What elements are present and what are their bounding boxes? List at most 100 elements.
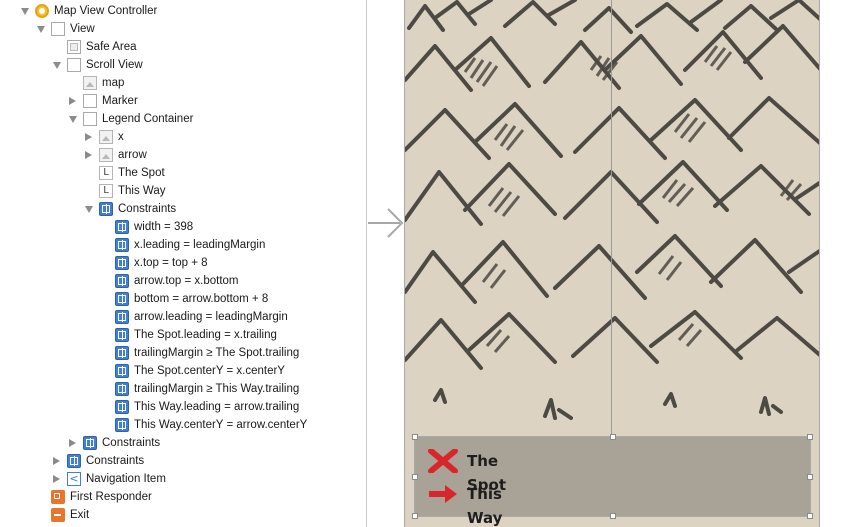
outline-row-label: The Spot (118, 167, 165, 179)
outline-row-label: x (118, 131, 124, 143)
label-icon: L (99, 184, 113, 198)
x-mark-icon (428, 448, 458, 474)
outline-row[interactable]: map (0, 74, 366, 92)
outline-row[interactable]: This Way.leading = arrow.trailing (0, 398, 366, 416)
outline-row-label: Navigation Item (86, 473, 166, 485)
outline-row[interactable]: Constraints (0, 452, 366, 470)
outline-row[interactable]: Constraints (0, 200, 366, 218)
exit-icon (51, 508, 65, 522)
navigation-item-icon: < (67, 472, 81, 486)
scene-view[interactable]: The Spot This Way (404, 0, 820, 527)
view-icon (83, 112, 97, 126)
outline-row-label: Map View Controller (54, 5, 158, 17)
resize-handle-bottom[interactable] (610, 513, 616, 519)
outline-row[interactable]: Constraints (0, 434, 366, 452)
constraint-icon (115, 220, 129, 234)
legend-item-this-way[interactable]: This Way (427, 482, 502, 527)
constraints-icon (83, 436, 97, 450)
outline-row-label: map (102, 77, 125, 89)
resize-handle-top[interactable] (610, 434, 616, 440)
disclosure-open-icon[interactable] (85, 206, 93, 213)
constraint-icon (115, 346, 129, 360)
outline-row[interactable]: Safe Area (0, 38, 366, 56)
outline-row-label: Marker (102, 95, 138, 107)
outline-row[interactable]: The Spot.centerY = x.centerY (0, 362, 366, 380)
this-way-label: This Way (467, 485, 503, 527)
outline-row[interactable]: Legend Container (0, 110, 366, 128)
image-icon (99, 148, 113, 162)
outline-row[interactable]: L The Spot (0, 164, 366, 182)
constraint-icon (115, 418, 129, 432)
view-controller-icon (35, 4, 49, 18)
outline-row-label: x.top = top + 8 (134, 257, 208, 269)
label-icon: L (99, 166, 113, 180)
disclosure-closed-icon[interactable] (69, 439, 76, 447)
outline-row-label: Exit (70, 509, 90, 521)
outline-row-label: trailingMargin ≥ This Way.trailing (134, 383, 300, 395)
resize-handle-top-right[interactable] (807, 434, 813, 440)
disclosure-open-icon[interactable] (37, 26, 45, 33)
constraint-icon (115, 274, 129, 288)
outline-row[interactable]: Map View Controller (0, 2, 366, 20)
outline-row-label: x.leading = leadingMargin (134, 239, 266, 251)
outline-row[interactable]: arrow.leading = leadingMargin (0, 308, 366, 326)
outline-row[interactable]: First Responder (0, 488, 366, 506)
view-icon (51, 22, 65, 36)
resize-handle-bottom-right[interactable] (807, 513, 813, 519)
disclosure-closed-icon[interactable] (69, 97, 76, 105)
view-icon (67, 58, 81, 72)
outline-row-label: Constraints (86, 455, 145, 467)
constraints-icon (67, 454, 81, 468)
constraint-icon (115, 310, 129, 324)
outline-row[interactable]: x.top = top + 8 (0, 254, 366, 272)
outline-row[interactable]: trailingMargin ≥ This Way.trailing (0, 380, 366, 398)
entry-point-arrow-icon (368, 208, 404, 238)
outline-row-label: Legend Container (102, 113, 194, 125)
legend-item-the-spot[interactable]: The Spot (427, 448, 506, 494)
outline-row-label: View (70, 23, 95, 35)
outline-row[interactable]: L This Way (0, 182, 366, 200)
outline-row[interactable]: x (0, 128, 366, 146)
disclosure-closed-icon[interactable] (85, 133, 92, 141)
outline-row[interactable]: View (0, 20, 366, 38)
outline-row[interactable]: x.leading = leadingMargin (0, 236, 366, 254)
image-icon (83, 76, 97, 90)
outline-row-label: The Spot.leading = x.trailing (134, 329, 277, 341)
outline-row-label: arrow.leading = leadingMargin (134, 311, 288, 323)
scroll-view-edge-line (611, 0, 612, 436)
outline-row[interactable]: < Navigation Item (0, 470, 366, 488)
outline-row[interactable]: Scroll View (0, 56, 366, 74)
resize-handle-left[interactable] (412, 474, 418, 480)
outline-row[interactable]: Marker (0, 92, 366, 110)
outline-row[interactable]: bottom = arrow.bottom + 8 (0, 290, 366, 308)
outline-row-label: trailingMargin ≥ The Spot.trailing (134, 347, 300, 359)
outline-row[interactable]: Exit (0, 506, 366, 524)
outline-row-label: arrow.top = x.bottom (134, 275, 239, 287)
disclosure-closed-icon[interactable] (85, 151, 92, 159)
outline-row[interactable]: arrow.top = x.bottom (0, 272, 366, 290)
outline-row[interactable]: The Spot.leading = x.trailing (0, 326, 366, 344)
constraint-icon (115, 328, 129, 342)
first-responder-icon (51, 490, 65, 504)
outline-row-label: First Responder (70, 491, 152, 503)
legend-container[interactable]: The Spot This Way (412, 434, 813, 527)
disclosure-open-icon[interactable] (21, 8, 29, 15)
outline-row[interactable]: width = 398 (0, 218, 366, 236)
constraint-icon (115, 256, 129, 270)
disclosure-closed-icon[interactable] (53, 457, 60, 465)
view-icon (83, 94, 97, 108)
outline-row[interactable]: trailingMargin ≥ The Spot.trailing (0, 344, 366, 362)
resize-handle-right[interactable] (807, 474, 813, 480)
constraint-icon (115, 382, 129, 396)
disclosure-open-icon[interactable] (69, 116, 77, 123)
constraints-icon (99, 202, 113, 216)
disclosure-closed-icon[interactable] (53, 475, 60, 483)
resize-handle-bottom-left[interactable] (412, 513, 418, 519)
resize-handle-top-left[interactable] (412, 434, 418, 440)
image-icon (99, 130, 113, 144)
outline-row-label: Scroll View (86, 59, 143, 71)
outline-row-label: Constraints (118, 203, 177, 215)
outline-row[interactable]: arrow (0, 146, 366, 164)
outline-row[interactable]: This Way.centerY = arrow.centerY (0, 416, 366, 434)
disclosure-open-icon[interactable] (53, 62, 61, 69)
